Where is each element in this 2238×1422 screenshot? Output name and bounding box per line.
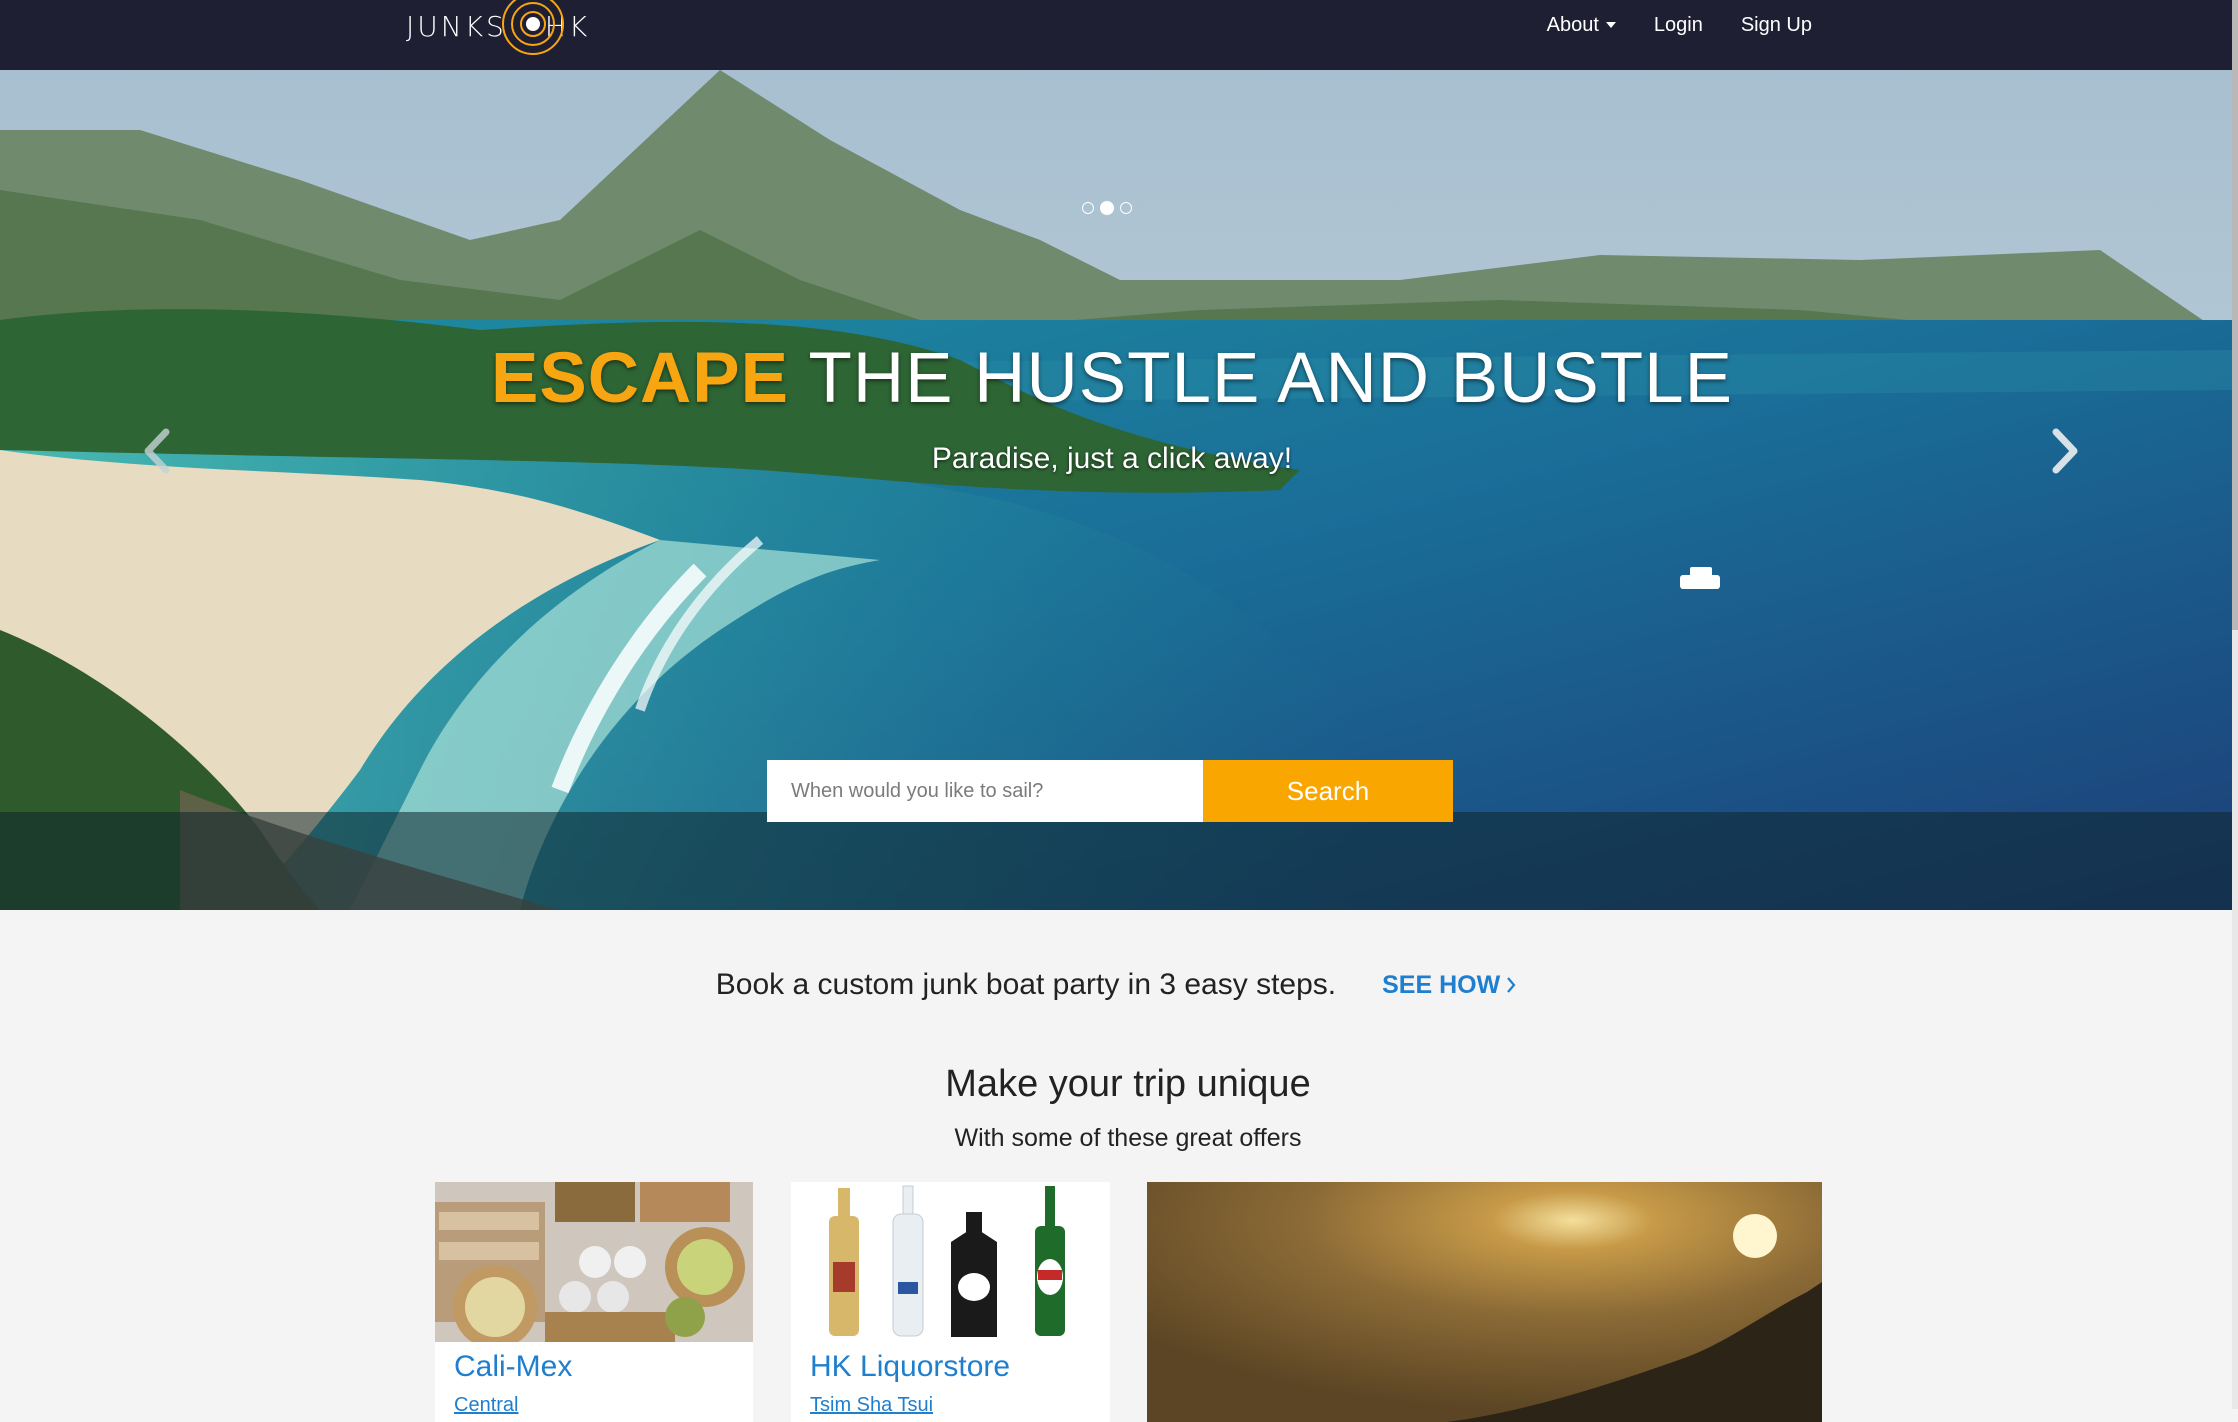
nav-links: About Login Sign Up (1547, 0, 1812, 50)
nav-about-dropdown[interactable]: About (1547, 14, 1616, 37)
search-band (0, 812, 2232, 910)
offer-card-sunset[interactable] (1147, 1182, 1822, 1422)
sunset-image (1147, 1182, 1822, 1422)
carousel-dot-2[interactable] (1100, 201, 1114, 215)
offer-card-location[interactable]: Central (454, 1394, 518, 1417)
offer-card-cali-mex[interactable]: Cali-Mex Central (435, 1182, 753, 1422)
nav-about-label: About (1546, 13, 1599, 36)
headline-rest: THE HUSTLE AND BUSTLE (789, 339, 1733, 418)
logo-target-icon (502, 0, 564, 55)
see-how-label: SEE HOW (1382, 970, 1501, 999)
chevron-right-icon (1507, 977, 1516, 993)
carousel-next-arrow-icon[interactable] (2044, 426, 2084, 476)
hero-headline: ESCAPE THE HUSTLE AND BUSTLE (0, 338, 2224, 419)
carousel-prev-arrow-icon[interactable] (138, 426, 178, 476)
page-scrollbar[interactable] (2232, 0, 2238, 1409)
food-platter-image (435, 1182, 753, 1342)
carousel-indicators (1082, 201, 1132, 215)
offer-card-title: Cali-Mex (454, 1350, 573, 1383)
junks-hk-logo[interactable]: JUNKS HK (406, 0, 606, 70)
carousel-dot-3[interactable] (1120, 202, 1132, 214)
see-how-link[interactable]: SEE HOW (1382, 971, 1516, 1000)
offer-card-location[interactable]: Tsim Sha Tsui (810, 1394, 933, 1417)
offers-subtitle: With some of these great offers (954, 1124, 1302, 1152)
caret-down-icon (1605, 22, 1616, 28)
hero-subheadline: Paradise, just a click away! (931, 442, 1293, 475)
carousel-dot-1[interactable] (1082, 202, 1094, 214)
howto-text: Book a custom junk boat party in 3 easy … (715, 968, 1337, 1001)
offers-title: Make your trip unique (945, 1063, 1311, 1105)
navbar: JUNKS HK About Login Sign Up (0, 0, 2232, 70)
search-button[interactable]: Search (1203, 760, 1453, 822)
offer-card-title: HK Liquorstore (810, 1350, 1011, 1383)
nav-signup-link[interactable]: Sign Up (1741, 14, 1812, 37)
sail-date-input[interactable] (767, 760, 1203, 822)
howto-row: Book a custom junk boat party in 3 easy … (0, 968, 2232, 1002)
liquor-bottles-image (791, 1182, 1110, 1342)
offer-card-hk-liquorstore[interactable]: HK Liquorstore Tsim Sha Tsui (791, 1182, 1110, 1422)
nav-login-link[interactable]: Login (1654, 14, 1703, 37)
headline-accent: ESCAPE (491, 339, 790, 418)
scrollbar-thumb[interactable] (2232, 0, 2238, 630)
